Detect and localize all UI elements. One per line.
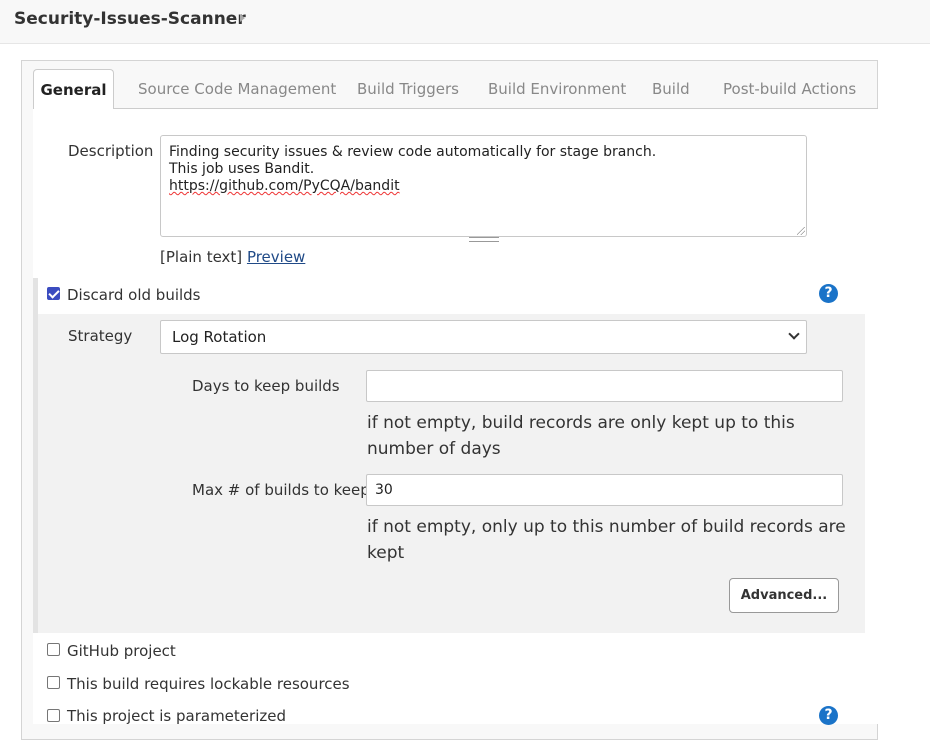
textarea-grip-handle[interactable] <box>469 237 499 242</box>
top-breadcrumb-bar: Security-Issues-Scanner <box>0 0 930 44</box>
discard-old-builds-checkbox[interactable] <box>47 287 60 300</box>
days-to-keep-input[interactable] <box>366 370 843 402</box>
github-project-label: GitHub project <box>67 642 176 660</box>
days-to-keep-hint: if not empty, build records are only kep… <box>367 413 795 459</box>
chevron-down-icon <box>788 328 800 340</box>
discard-old-builds-label: Discard old builds <box>67 286 201 304</box>
description-label: Description <box>68 142 154 160</box>
tab-post-build-actions[interactable]: Post-build Actions <box>723 70 856 108</box>
tab-general[interactable]: General <box>33 69 114 109</box>
tab-build-environment[interactable]: Build Environment <box>488 70 626 108</box>
breadcrumb-chevron-icon[interactable] <box>240 14 245 22</box>
parameterized-label: This project is parameterized <box>67 707 286 725</box>
max-builds-input[interactable]: 30 <box>366 474 843 506</box>
strategy-label: Strategy <box>68 327 133 345</box>
format-row: [Plain text] Preview <box>160 248 305 266</box>
strategy-selected-value: Log Rotation <box>172 328 267 346</box>
description-textarea[interactable]: Finding security issues & review code au… <box>160 135 807 237</box>
tab-build-triggers[interactable]: Build Triggers <box>357 70 459 108</box>
tab-build[interactable]: Build <box>652 70 690 108</box>
textarea-resize-icon[interactable] <box>797 227 805 235</box>
lockable-resources-label: This build requires lockable resources <box>67 675 350 693</box>
description-line-1: Finding security issues & review code au… <box>169 144 657 160</box>
days-to-keep-label: Days to keep builds <box>192 377 340 395</box>
max-builds-label: Max # of builds to keep <box>192 481 370 499</box>
advanced-button[interactable]: Advanced... <box>729 578 839 613</box>
plain-text-label: [Plain text] <box>160 248 243 266</box>
max-builds-hint: if not empty, only up to this number of … <box>367 517 846 563</box>
parameterized-checkbox[interactable] <box>47 709 60 722</box>
description-line-2: This job uses Bandit. <box>169 161 315 177</box>
preview-link[interactable]: Preview <box>247 248 305 266</box>
project-title[interactable]: Security-Issues-Scanner <box>14 9 246 29</box>
lockable-resources-checkbox[interactable] <box>47 676 60 689</box>
help-icon[interactable]: ? <box>819 706 838 725</box>
description-line-3: https://github.com/PyCQA/bandit <box>169 178 400 194</box>
strategy-select[interactable]: Log Rotation <box>160 320 807 354</box>
help-icon[interactable]: ? <box>819 284 838 303</box>
tab-source-code-management[interactable]: Source Code Management <box>138 70 336 108</box>
github-project-checkbox[interactable] <box>47 643 60 656</box>
